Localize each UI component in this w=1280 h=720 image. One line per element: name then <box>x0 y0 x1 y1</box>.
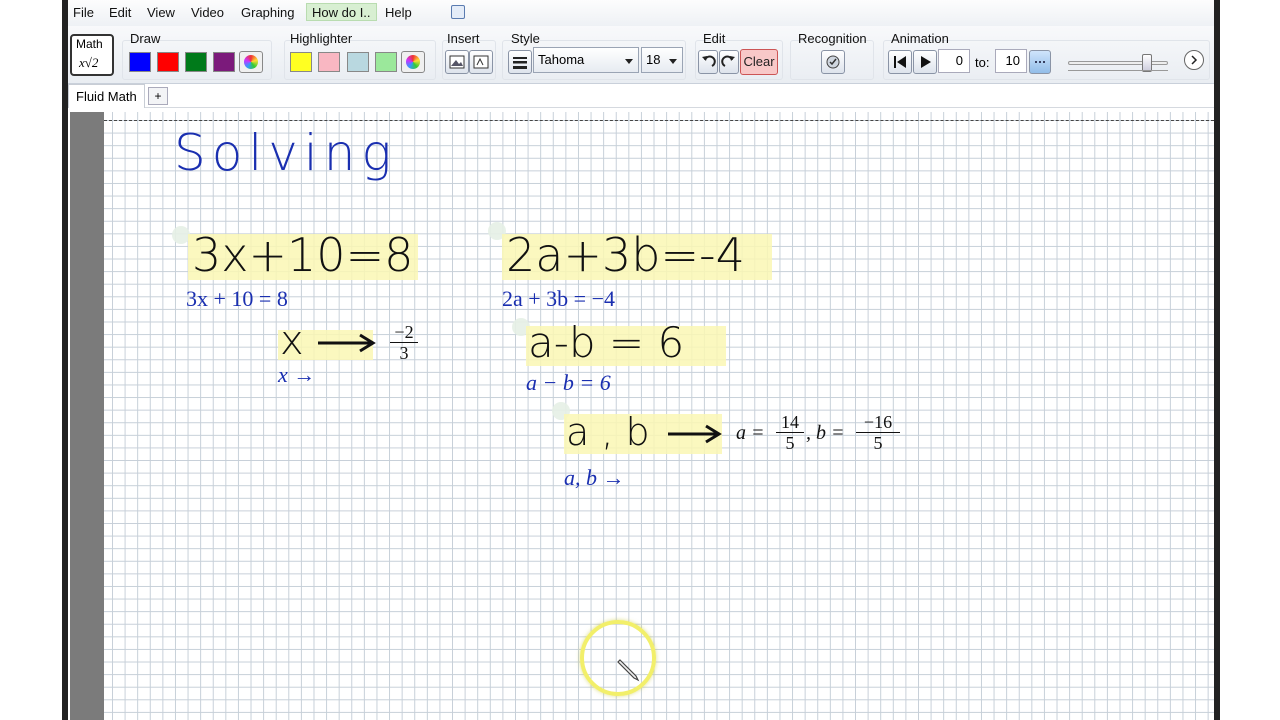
recognize-icon <box>826 55 840 69</box>
redo-icon <box>721 55 735 67</box>
equation-3-ink[interactable]: a-b = 6 <box>528 318 684 367</box>
equation-1-recognized: 3x + 10 = 8 <box>186 286 288 311</box>
solve-2-recognized: a, b → <box>564 465 625 490</box>
play-icon <box>921 56 931 68</box>
font-family-value: Tahoma <box>538 52 585 67</box>
add-tab-button[interactable]: + <box>148 87 168 105</box>
ribbon-toolbar: Math x√2 Draw Highlighter Insert Style T… <box>68 26 1214 84</box>
picture-frame-icon <box>473 55 489 69</box>
equation-3-recognized: a − b = 6 <box>526 370 611 395</box>
solve-1-ink[interactable]: x <box>280 318 304 364</box>
animation-options-button[interactable] <box>1029 50 1051 74</box>
solve-2-a-numerator: 14 <box>776 412 804 433</box>
menu-how-do-i[interactable]: How do I.. <box>306 3 377 21</box>
equation-2-recognized: 2a + 3b = −4 <box>502 286 615 311</box>
color-wheel-icon <box>244 55 258 69</box>
highlighter-color-picker[interactable] <box>401 51 425 73</box>
menu-bar: File Edit View Video Graphing How do I..… <box>68 0 1214 26</box>
style-group-label: Style <box>511 31 540 46</box>
menu-graphing[interactable]: Graphing <box>236 4 299 22</box>
redo-button[interactable] <box>719 50 739 74</box>
highlighter-group-label: Highlighter <box>290 31 353 46</box>
chevron-down-icon <box>669 59 677 64</box>
line-style-button[interactable] <box>508 50 532 74</box>
math-button-label: Math <box>76 37 103 51</box>
clear-button[interactable]: Clear <box>740 49 778 75</box>
chevron-right-icon <box>1191 55 1198 65</box>
solve-1-recognized: x → <box>278 362 316 387</box>
recognition-group-label: Recognition <box>798 31 867 46</box>
solve-2-a-label: a = <box>736 422 765 444</box>
arrow-right-icon <box>668 424 722 444</box>
animation-from-field[interactable]: 0 <box>938 49 970 73</box>
highlighter-color-lightblue[interactable] <box>347 52 369 72</box>
quick-access-icon[interactable] <box>451 5 465 19</box>
highlighter-color-pink[interactable] <box>318 52 340 72</box>
expand-ribbon-button[interactable] <box>1184 50 1204 70</box>
draw-color-purple[interactable] <box>213 52 235 72</box>
document-tabs: Fluid Math + <box>68 84 1214 108</box>
line-weight-icon <box>513 57 527 69</box>
draw-color-picker[interactable] <box>239 51 263 73</box>
solve-2-b-value: −16 5 <box>856 412 900 453</box>
font-size-dropdown[interactable]: 18 <box>641 47 683 73</box>
insert-group-label: Insert <box>447 31 480 46</box>
play-button[interactable] <box>913 50 937 74</box>
tab-fluid-math[interactable]: Fluid Math <box>68 84 145 108</box>
math-mode-button[interactable]: Math x√2 <box>70 34 114 76</box>
highlighter-color-yellow[interactable] <box>290 52 312 72</box>
equation-1-ink[interactable]: 3x+10=8 <box>192 228 413 282</box>
page-margin-strip <box>70 112 104 720</box>
animation-to-field[interactable]: 10 <box>995 49 1027 73</box>
animation-group-label: Animation <box>891 31 949 46</box>
insert-text-image-button[interactable] <box>469 50 493 74</box>
menu-video[interactable]: Video <box>186 4 229 22</box>
solve-2-a-denominator: 5 <box>785 433 795 453</box>
edit-group-label: Edit <box>703 31 726 46</box>
menu-file[interactable]: File <box>68 4 99 22</box>
solve-2-b-denominator: 5 <box>873 433 883 453</box>
undo-icon <box>702 55 716 67</box>
solve-1-numerator: −2 <box>390 322 418 343</box>
font-family-dropdown[interactable]: Tahoma <box>533 47 639 73</box>
fluid-math-window: File Edit View Video Graphing How do I..… <box>68 0 1214 720</box>
pen-cursor-icon <box>617 659 640 682</box>
animation-slider-track[interactable] <box>1068 54 1168 72</box>
solve-2-a-value: 14 5 <box>776 412 804 453</box>
recognition-button[interactable] <box>821 50 845 74</box>
app-root: File Edit View Video Graphing How do I..… <box>0 0 1280 720</box>
menu-help[interactable]: Help <box>380 4 417 22</box>
image-icon <box>449 55 465 69</box>
solve-1-denominator: 3 <box>399 343 409 363</box>
heading-ink[interactable]: Solving <box>174 124 397 182</box>
arrow-right-icon <box>318 333 376 353</box>
chevron-down-icon <box>625 59 633 64</box>
draw-group-label: Draw <box>130 31 161 46</box>
draw-color-red[interactable] <box>157 52 179 72</box>
solve-2-ink[interactable]: a , b <box>566 410 650 454</box>
skip-back-icon <box>894 56 906 68</box>
rewind-button[interactable] <box>888 50 912 74</box>
math-symbol-icon: x√2 <box>79 55 99 70</box>
page-top-guide <box>104 120 1214 121</box>
color-wheel-icon <box>406 55 420 69</box>
font-size-value: 18 <box>646 52 661 67</box>
solve-2-b-numerator: −16 <box>856 412 900 433</box>
solve-2-b-label: , b = <box>806 422 845 444</box>
highlighter-color-lightgreen[interactable] <box>375 52 397 72</box>
solve-1-result: −2 3 <box>390 322 418 363</box>
draw-color-green[interactable] <box>185 52 207 72</box>
insert-image-button[interactable] <box>445 50 469 74</box>
slider-tick-line <box>1068 70 1168 71</box>
equation-2-ink[interactable]: 2a+3b=-4 <box>506 228 745 282</box>
draw-color-blue[interactable] <box>129 52 151 72</box>
more-options-icon <box>1035 61 1045 63</box>
undo-button[interactable] <box>698 50 718 74</box>
menu-edit[interactable]: Edit <box>104 4 136 22</box>
window-right-border <box>1214 0 1220 720</box>
animation-to-label: to: <box>975 55 990 70</box>
menu-view[interactable]: View <box>142 4 180 22</box>
